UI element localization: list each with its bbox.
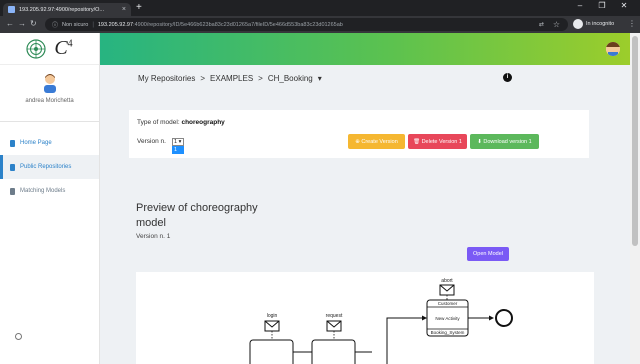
file-icon [10,139,15,147]
forward-icon[interactable]: → [18,19,26,28]
breadcrumb-ch-booking[interactable]: CH_Booking [268,74,313,83]
not-secure-label: Non sicuro [62,21,89,28]
browser-tab-bar: 193.205.92.97:4900/repository/O... × + –… [0,0,640,16]
user-name: andrea Morichetta [25,98,74,104]
breadcrumb-examples[interactable]: EXAMPLES [210,74,253,83]
choreography-task-request[interactable] [311,339,356,364]
incognito-indicator[interactable]: In incognito [573,19,614,29]
tab-title: 193.205.92.97:4900/repository/O... [19,6,105,13]
version-option[interactable]: 1 [172,146,184,154]
favicon-icon [8,6,15,13]
envelope-icon [264,320,280,332]
choreography-task[interactable]: Customer New Activity Booking_System [426,299,469,337]
url-field[interactable]: ⓘ Non sicuro | 193.205.92.97 :4900/repos… [45,18,568,31]
site-info-icon[interactable]: ⓘ [52,20,58,29]
breadcrumb-separator: > [258,74,263,83]
choreography-task-login[interactable] [249,339,294,364]
preview-title: Preview of choreography model [136,202,258,229]
logo-text: C4 [54,37,73,59]
create-version-button[interactable]: ⊕ Create Version [348,134,405,149]
delete-version-button[interactable]: 🗑 Delete Version 1 [408,134,467,149]
avatar-icon [606,42,620,56]
user-profile: andrea Morichetta [0,65,99,122]
model-type: Type of model: choreography [137,119,225,126]
file-icon [10,187,15,195]
task-participant-bottom: Booking_System [431,330,465,335]
sidebar-item-label: Home Page [20,140,52,146]
reload-icon[interactable]: ↻ [30,19,37,28]
scrollbar-thumb[interactable] [632,36,638,246]
end-event[interactable] [495,309,513,327]
open-model-button[interactable]: Open Model [467,247,509,261]
sidebar: C4 andrea Morichetta Home Page Public Re… [0,33,100,364]
maximize-icon[interactable]: ❐ [592,1,612,10]
preview-version: Version n. 1 [136,233,171,240]
browser-tab[interactable]: 193.205.92.97:4900/repository/O... × [3,3,131,16]
sidebar-item-matching-models[interactable]: Matching Models [0,179,99,203]
message-label-request: request [326,313,343,319]
chevron-down-icon[interactable]: ▾ [318,74,322,83]
header-avatar[interactable] [606,42,620,56]
breadcrumb: My Repositories > EXAMPLES > CH_Booking … [138,74,327,83]
translate-icon[interactable]: ⇄ [539,21,544,28]
url-path: :4900/repository/ID/5e466b623ba83c23d012… [133,21,343,28]
power-icon[interactable] [15,333,22,340]
task-participant-top: Customer [438,301,458,306]
choreography-diagram: abort Customer New Activity Booking_Syst… [136,272,594,364]
address-bar: ← → ↻ ⓘ Non sicuro | 193.205.92.97 :4900… [0,16,640,33]
new-tab-button[interactable]: + [136,2,142,13]
sidebar-nav: Home Page Public Repositories Matching M… [0,131,99,203]
minimize-icon[interactable]: – [570,1,590,10]
task-name: New Activity [435,316,460,321]
scrollbar[interactable] [630,33,640,364]
file-icon [10,163,15,171]
close-window-icon[interactable]: ✕ [614,1,634,10]
avatar [43,74,56,93]
sidebar-item-home[interactable]: Home Page [0,131,99,155]
version-label: Version n. [137,138,166,145]
download-version-button[interactable]: ⬇ Download version 1 [470,134,539,149]
envelope-icon [326,320,342,332]
url-host: 193.205.92.97 [97,21,134,28]
back-icon[interactable]: ← [6,19,14,28]
message-label-abort: abort [441,278,453,284]
logo-icon [26,38,46,59]
sidebar-item-label: Public Repositories [20,164,72,170]
breadcrumb-my-repositories[interactable]: My Repositories [138,74,195,83]
info-icon[interactable]: i [503,73,512,82]
menu-icon[interactable]: ⋮ [628,19,636,28]
star-icon[interactable]: ☆ [553,20,560,29]
breadcrumb-separator: > [200,74,206,83]
version-select[interactable]: 1 ▾ [172,138,184,146]
envelope-icon [439,284,455,296]
message-label-login: login [267,313,278,319]
incognito-label: In incognito [586,21,615,27]
incognito-icon [573,19,583,29]
top-header [100,33,630,65]
tab-close-icon[interactable]: × [122,6,126,13]
model-info-card: Type of model: choreography Version n. 1… [129,110,589,158]
url-separator: | [92,21,94,28]
main-content: My Repositories > EXAMPLES > CH_Booking … [100,65,630,364]
sidebar-item-public-repositories[interactable]: Public Repositories [0,155,99,179]
sidebar-item-label: Matching Models [20,188,66,194]
logo[interactable]: C4 [0,33,99,65]
